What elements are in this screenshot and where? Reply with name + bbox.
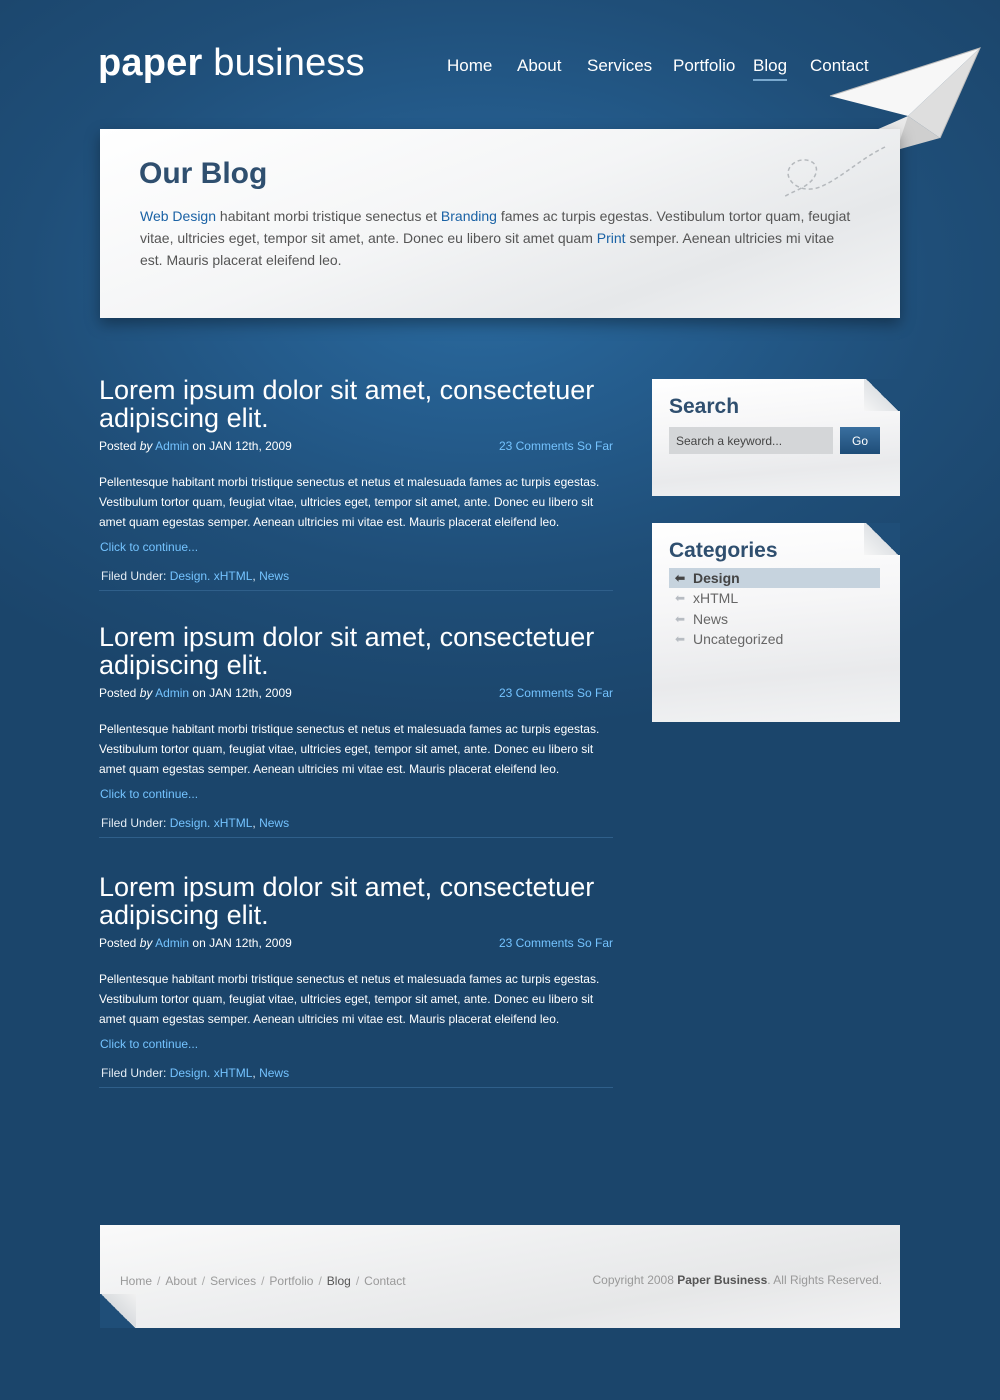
logo-bold-text: paper — [98, 42, 203, 84]
search-input[interactable] — [669, 427, 833, 454]
blog-post: Lorem ipsum dolor sit amet, consectetuer… — [99, 873, 613, 1088]
footer-nav-separator: / — [157, 1274, 161, 1288]
nav-about[interactable]: About — [517, 56, 561, 76]
post-categories: Filed Under: Design. xHTML, News — [99, 1066, 613, 1088]
post-date: on JAN 12th, 2009 — [192, 439, 292, 453]
post-categories: Filed Under: Design. xHTML, News — [99, 569, 613, 591]
page-curl-corner — [864, 379, 900, 411]
comments-link[interactable]: 23 Comments So Far — [499, 439, 613, 453]
page-curl-corner — [864, 523, 900, 555]
hero-link-branding[interactable]: Branding — [441, 208, 497, 224]
category-link[interactable]: News — [259, 1066, 289, 1080]
posted-label: Posted — [99, 936, 140, 950]
hero-link-print[interactable]: Print — [597, 230, 626, 246]
category-item-uncategorized[interactable]: ⬅ Uncategorized — [669, 629, 880, 649]
continue-link[interactable]: Click to continue... — [99, 787, 613, 801]
footer-nav-portfolio[interactable]: Portfolio — [269, 1274, 313, 1288]
post-categories: Filed Under: Design. xHTML, News — [99, 816, 613, 838]
author-link[interactable]: Admin — [155, 439, 189, 453]
author-link[interactable]: Admin — [155, 936, 189, 950]
footer-nav-services[interactable]: Services — [210, 1274, 256, 1288]
search-widget: Search Go — [652, 379, 900, 496]
post-excerpt: Pellentesque habitant morbi tristique se… — [99, 722, 600, 776]
posted-label: Posted — [99, 439, 140, 453]
post-date: on JAN 12th, 2009 — [192, 936, 292, 950]
footer-nav-separator: / — [318, 1274, 322, 1288]
post-excerpt: Pellentesque habitant morbi tristique se… — [99, 475, 600, 529]
post-title[interactable]: Lorem ipsum dolor sit amet, consectetuer… — [99, 623, 613, 679]
page-curl-corner — [100, 1294, 136, 1328]
logo-light-text: business — [213, 42, 365, 84]
category-label: xHTML — [693, 590, 739, 607]
footer-nav-home[interactable]: Home — [120, 1274, 152, 1288]
copyright-brand: Paper Business — [677, 1273, 768, 1287]
category-item-xhtml[interactable]: ⬅ xHTML — [669, 588, 880, 608]
by-label: by — [139, 936, 153, 950]
dashed-flight-path-icon — [783, 146, 886, 198]
hero-panel: Our Blog Web Design habitant morbi trist… — [100, 129, 900, 318]
category-label: Design — [693, 570, 740, 586]
author-link[interactable]: Admin — [155, 686, 189, 700]
category-label: Uncategorized — [693, 631, 784, 648]
arrow-left-icon: ⬅ — [675, 611, 686, 626]
post-meta: Posted by Admin on JAN 12th, 2009 23 Com… — [99, 439, 613, 457]
post-meta: Posted by Admin on JAN 12th, 2009 23 Com… — [99, 686, 613, 704]
category-link[interactable]: News — [259, 816, 289, 830]
categories-widget-title: Categories — [669, 539, 778, 562]
post-meta: Posted by Admin on JAN 12th, 2009 23 Com… — [99, 936, 613, 954]
nav-home[interactable]: Home — [447, 56, 492, 76]
filed-under-label: Filed Under: — [101, 1066, 170, 1080]
continue-link[interactable]: Click to continue... — [99, 540, 613, 554]
categories-widget: Categories ⬅ Design ⬅ xHTML ⬅ News ⬅ Uncateg… — [652, 523, 900, 722]
post-title[interactable]: Lorem ipsum dolor sit amet, consectetuer… — [99, 376, 613, 432]
hero-link-web-design[interactable]: Web Design — [140, 208, 216, 224]
arrow-left-icon: ⬅ — [675, 571, 686, 585]
by-label: by — [139, 439, 153, 453]
category-link[interactable]: Design. xHTML — [170, 1066, 253, 1080]
footer-nav-about[interactable]: About — [165, 1274, 196, 1288]
copyright-text: Copyright 2008 Paper Business. All Right… — [593, 1273, 883, 1287]
footer-nav-blog[interactable]: Blog — [327, 1274, 351, 1288]
comments-link[interactable]: 23 Comments So Far — [499, 936, 613, 950]
category-label: News — [693, 610, 729, 627]
continue-link[interactable]: Click to continue... — [99, 1037, 613, 1051]
nav-services[interactable]: Services — [587, 56, 652, 76]
footer-nav-separator: / — [261, 1274, 265, 1288]
arrow-left-icon: ⬅ — [675, 591, 686, 606]
post-title[interactable]: Lorem ipsum dolor sit amet, consectetuer… — [99, 873, 613, 929]
footer-nav-separator: / — [355, 1274, 360, 1288]
filed-under-label: Filed Under: — [101, 569, 170, 583]
post-excerpt: Pellentesque habitant morbi tristique se… — [99, 972, 600, 1026]
footer-nav-separator: / — [201, 1274, 206, 1288]
blog-post: Lorem ipsum dolor sit amet, consectetuer… — [99, 623, 613, 838]
post-date: on JAN 12th, 2009 — [192, 686, 292, 700]
page-title: Our Blog — [139, 157, 268, 190]
search-widget-title: Search — [669, 395, 740, 418]
copyright-suffix: . All Rights Reserved. — [767, 1273, 882, 1287]
footer-nav-contact[interactable]: Contact — [364, 1274, 405, 1288]
site-footer: Home / About / Services / Portfolio / Blog / Conta… — [100, 1225, 900, 1328]
posted-label: Posted — [99, 686, 140, 700]
site-logo[interactable]: paper business — [98, 42, 365, 85]
category-link[interactable]: Design. xHTML — [170, 569, 253, 583]
category-link[interactable]: News — [259, 569, 289, 583]
category-item-design[interactable]: ⬅ Design — [669, 568, 880, 588]
search-go-button[interactable]: Go — [840, 427, 880, 454]
category-item-news[interactable]: ⬅ News — [669, 609, 880, 629]
copyright-prefix: Copyright 2008 — [592, 1273, 678, 1287]
hero-text-part: habitant morbi tristique senectus et — [216, 208, 441, 224]
blog-post: Lorem ipsum dolor sit amet, consectetuer… — [99, 376, 613, 591]
filed-under-label: Filed Under: — [101, 816, 170, 830]
arrow-left-icon: ⬅ — [675, 632, 686, 647]
hero-intro: Web Design habitant morbi tristique sene… — [140, 205, 860, 271]
by-label: by — [139, 686, 153, 700]
category-list: ⬅ Design ⬅ xHTML ⬅ News ⬅ Uncategorized — [669, 568, 880, 650]
nav-blog[interactable]: Blog — [753, 56, 788, 81]
nav-portfolio[interactable]: Portfolio — [673, 56, 735, 76]
comments-link[interactable]: 23 Comments So Far — [499, 686, 613, 700]
footer-nav: Home / About / Services / Portfolio / Blog / Conta… — [120, 1274, 406, 1288]
category-link[interactable]: Design. xHTML — [170, 816, 253, 830]
